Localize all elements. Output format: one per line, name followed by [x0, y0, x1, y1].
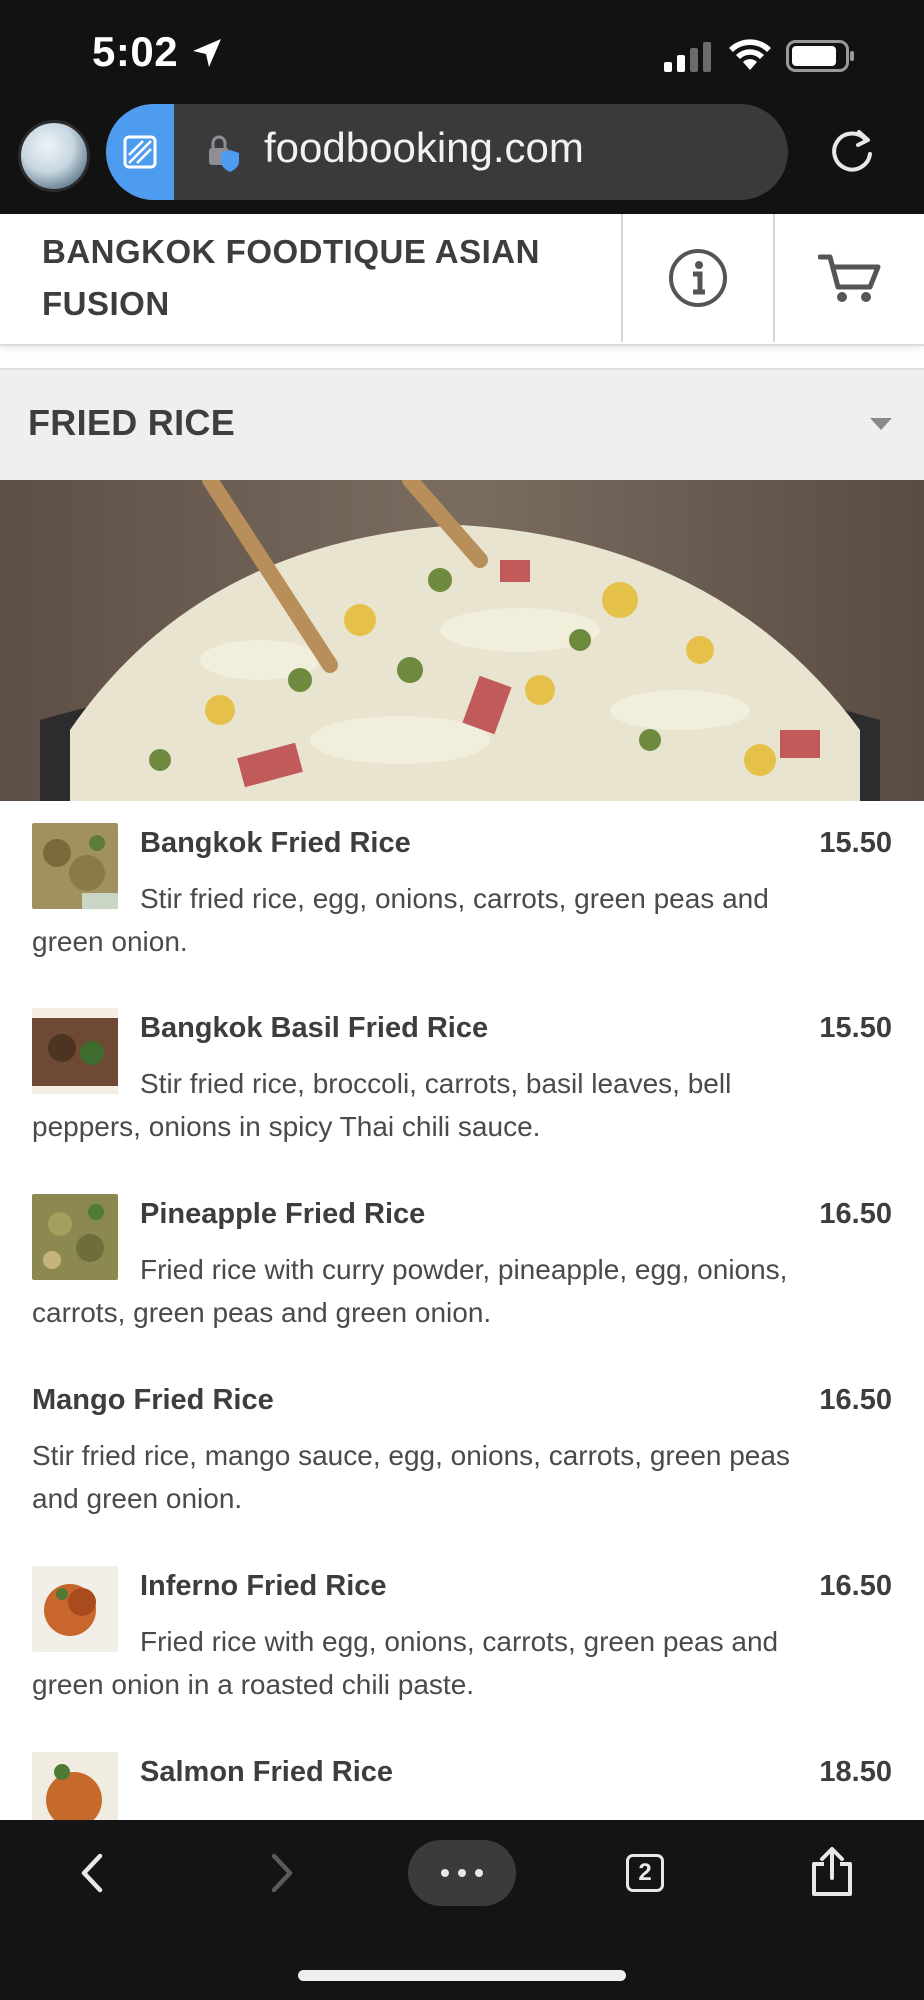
forward-chevron-icon[interactable]: [258, 1850, 304, 1896]
fried-rice-bowl-illustration: [0, 480, 924, 801]
restaurant-name: BANGKOK FOODTIQUE ASIAN FUSION: [42, 233, 540, 322]
share-icon[interactable]: [808, 1846, 856, 1898]
status-time: 5:02: [92, 28, 179, 75]
caret-down-icon[interactable]: [870, 418, 892, 430]
menu-item-price: 16.50: [819, 1384, 892, 1416]
menu-item-name: Inferno Fried Rice: [140, 1570, 387, 1602]
striped-square-icon: [123, 135, 157, 169]
menu-item-name: Salmon Fried Rice: [140, 1756, 394, 1788]
menu-item-description: Fried rice with egg, onions, carrots, gr…: [32, 1626, 779, 1700]
menu-item[interactable]: Bangkok Basil Fried Rice 15.50 Stir frie…: [0, 986, 924, 1174]
category-title: FRIED RICE: [28, 402, 236, 443]
more-options-button[interactable]: [408, 1840, 516, 1906]
menu-item[interactable]: Pineapple Fried Rice 16.50 Fried rice wi…: [0, 1172, 924, 1360]
menu-item-name: Pineapple Fried Rice: [140, 1198, 426, 1230]
location-arrow-icon: [193, 39, 221, 67]
menu-item-name: Mango Fried Rice: [32, 1384, 274, 1416]
menu-item-price: 16.50: [819, 1570, 892, 1602]
cellular-signal-icon: [664, 42, 711, 72]
url-text[interactable]: foodbooking.com: [264, 124, 584, 172]
menu-item-price: 15.50: [819, 827, 892, 859]
category-hero-image: [0, 480, 924, 801]
ellipsis-dot-icon: [441, 1869, 449, 1877]
home-indicator: [298, 1970, 626, 1981]
menu-item[interactable]: Salmon Fried Rice 18.50: [0, 1730, 924, 1820]
wifi-icon: [729, 39, 771, 70]
tab-count-button[interactable]: 2: [626, 1854, 664, 1892]
menu-item-name: Bangkok Basil Fried Rice: [140, 1012, 489, 1044]
menu-item-name: Bangkok Fried Rice: [140, 827, 411, 859]
menu-item-description: Stir fried rice, mango sauce, egg, onion…: [32, 1440, 790, 1514]
info-icon: [669, 249, 727, 307]
profile-avatar[interactable]: [18, 120, 90, 192]
shopping-cart-icon: [817, 254, 880, 302]
menu-item-description: Fried rice with curry powder, pineapple,…: [32, 1254, 788, 1328]
info-button[interactable]: [623, 214, 773, 342]
menu-item-thumbnail: [32, 1752, 118, 1820]
cart-button[interactable]: [775, 214, 924, 342]
menu-item[interactable]: Inferno Fried Rice 16.50 Fried rice with…: [0, 1544, 924, 1732]
menu-item[interactable]: Bangkok Fried Rice 15.50 Stir fried rice…: [0, 801, 924, 988]
reload-icon[interactable]: [826, 126, 878, 178]
menu-item-description: Stir fried rice, egg, onions, carrots, g…: [32, 883, 769, 957]
menu-item-price: 18.50: [819, 1756, 892, 1788]
lock-shield-icon: [209, 135, 239, 172]
battery-icon: [786, 40, 854, 72]
back-chevron-icon[interactable]: [70, 1850, 116, 1896]
ellipsis-dot-icon: [458, 1869, 466, 1877]
menu-item-price: 15.50: [819, 1012, 892, 1044]
menu-item-price: 16.50: [819, 1198, 892, 1230]
ellipsis-dot-icon: [475, 1869, 483, 1877]
menu-item[interactable]: Mango Fried Rice 16.50 Stir fried rice, …: [0, 1358, 924, 1546]
menu-item-description: Stir fried rice, broccoli, carrots, basi…: [32, 1068, 732, 1142]
